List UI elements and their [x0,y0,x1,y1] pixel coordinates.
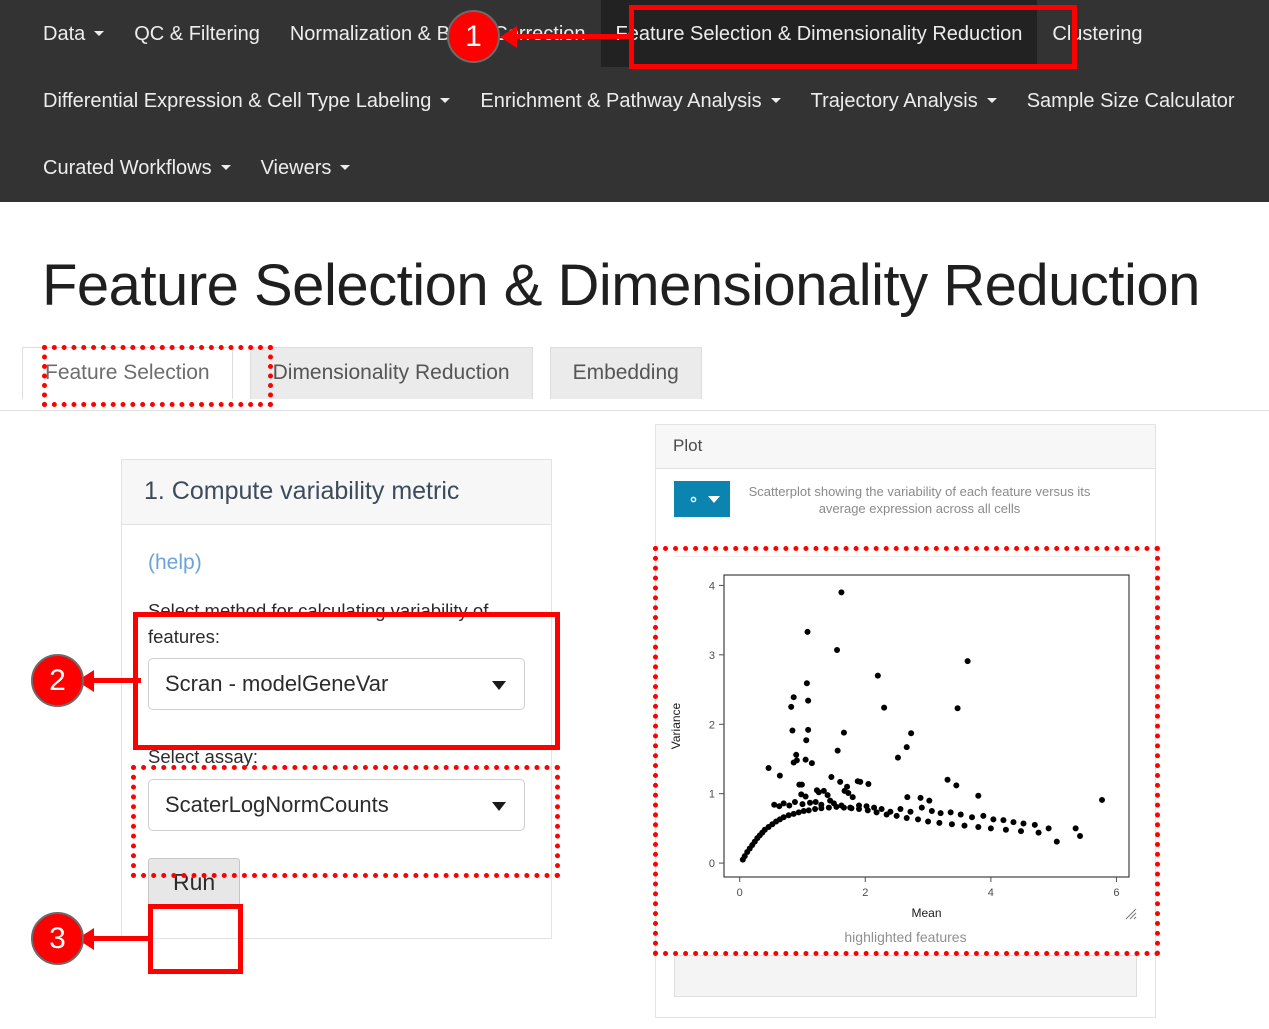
method-select[interactable]: Scran - modelGeneVar [148,658,525,710]
tab-embedding[interactable]: Embedding [550,347,702,399]
navbar-row-1: Data QC & Filtering Normalization & Batc… [0,0,1269,67]
tab-bar-divider [0,410,1269,411]
svg-text:4: 4 [709,580,715,592]
svg-text:1: 1 [709,789,715,801]
navbar-row-3: Curated Workflows Viewers [0,134,1269,201]
nav-item-curated-workflows[interactable]: Curated Workflows [28,134,246,201]
nav-item-normalization-batch-correction[interactable]: Normalization & Batch Correction [275,0,601,67]
svg-text:Mean: Mean [911,906,941,920]
page-title: Feature Selection & Dimensionality Reduc… [42,252,1200,319]
tab-label: Feature Selection [45,361,210,384]
svg-text:6: 6 [1113,887,1119,899]
scatterplot[interactable]: 0 1 2 3 4 0 2 4 6 Mean Variance [664,557,1147,925]
gear-icon [684,490,703,509]
spacer [148,710,525,744]
chevron-down-icon [94,31,104,36]
nav-item-label: Viewers [261,158,332,178]
chevron-down-icon [987,98,997,103]
svg-text:2: 2 [709,719,715,731]
spacer [148,831,525,858]
nav-item-label: Clustering [1052,24,1142,44]
chevron-down-icon [440,98,450,103]
plot-settings-button[interactable] [674,481,730,517]
tab-bar: Feature Selection Dimensionality Reducti… [22,347,719,399]
nav-item-differential-expression-cell-type-labeling[interactable]: Differential Expression & Cell Type Labe… [28,67,465,134]
plot-panel-header: Plot [656,425,1155,469]
panel-heading: 1. Compute variability metric [122,460,551,525]
nav-item-clustering[interactable]: Clustering [1037,0,1157,67]
panel-body: (help) Select method for calculating var… [122,525,551,938]
assay-field-label: Select assay: [148,744,525,770]
nav-item-label: Differential Expression & Cell Type Labe… [43,91,431,111]
chevron-down-icon [221,165,231,170]
nav-item-label: QC & Filtering [134,24,260,44]
nav-item-viewers[interactable]: Viewers [246,134,366,201]
nav-item-label: Enrichment & Pathway Analysis [480,91,761,111]
scatterplot-canvas: 0 1 2 3 4 0 2 4 6 Mean Variance [664,557,1149,925]
nav-item-label: Feature Selection & Dimensionality Reduc… [616,24,1023,44]
nav-item-label: Sample Size Calculator [1027,91,1235,111]
highlighted-features-caption: highlighted features [656,925,1155,955]
nav-item-trajectory-analysis[interactable]: Trajectory Analysis [796,67,1012,134]
main-navbar: Data QC & Filtering Normalization & Batc… [0,0,1269,202]
svg-text:0: 0 [709,858,715,870]
run-button[interactable]: Run [148,858,240,908]
nav-item-label: Data [43,24,85,44]
assay-select[interactable]: ScaterLogNormCounts [148,779,525,831]
assay-select-value: ScaterLogNormCounts [165,792,389,818]
tab-label: Dimensionality Reduction [273,361,510,384]
chevron-down-icon [492,802,506,811]
compute-variability-panel: 1. Compute variability metric (help) Sel… [121,459,552,939]
highlighted-features-input[interactable] [674,955,1137,997]
tab-label: Embedding [573,361,679,384]
tab-feature-selection[interactable]: Feature Selection [22,347,233,399]
tab-dimensionality-reduction[interactable]: Dimensionality Reduction [250,347,533,399]
chevron-down-icon [771,98,781,103]
app-window: Data QC & Filtering Normalization & Batc… [0,0,1269,1029]
plot-toolbar: Scatterplot showing the variability of e… [656,469,1155,543]
chevron-down-icon [708,496,720,503]
help-link[interactable]: (help) [148,551,202,575]
nav-item-feature-selection-dimensionality-reduction[interactable]: Feature Selection & Dimensionality Reduc… [601,0,1038,67]
plot-description: Scatterplot showing the variability of e… [730,481,1137,518]
resize-handle-icon[interactable] [1125,908,1137,920]
nav-item-label: Curated Workflows [43,158,212,178]
svg-text:3: 3 [709,650,715,662]
plot-panel: Plot Scatterplot showing the variability… [655,424,1156,1018]
page-content: Feature Selection & Dimensionality Reduc… [0,202,1269,1029]
nav-item-data[interactable]: Data [28,0,119,67]
nav-item-qc-filtering[interactable]: QC & Filtering [119,0,275,67]
svg-text:4: 4 [988,887,994,899]
chevron-down-icon [492,681,506,690]
nav-item-label: Normalization & Batch Correction [290,24,586,44]
svg-text:2: 2 [862,887,868,899]
svg-text:0: 0 [737,887,743,899]
chevron-down-icon [340,165,350,170]
navbar-row-2: Differential Expression & Cell Type Labe… [0,67,1269,134]
nav-item-label: Trajectory Analysis [811,91,978,111]
method-select-value: Scran - modelGeneVar [165,671,388,697]
method-field-label: Select method for calculating variabilit… [148,598,525,649]
svg-text:Variance: Variance [669,702,683,749]
nav-item-enrichment-pathway-analysis[interactable]: Enrichment & Pathway Analysis [465,67,795,134]
nav-item-sample-size-calculator[interactable]: Sample Size Calculator [1012,67,1250,134]
